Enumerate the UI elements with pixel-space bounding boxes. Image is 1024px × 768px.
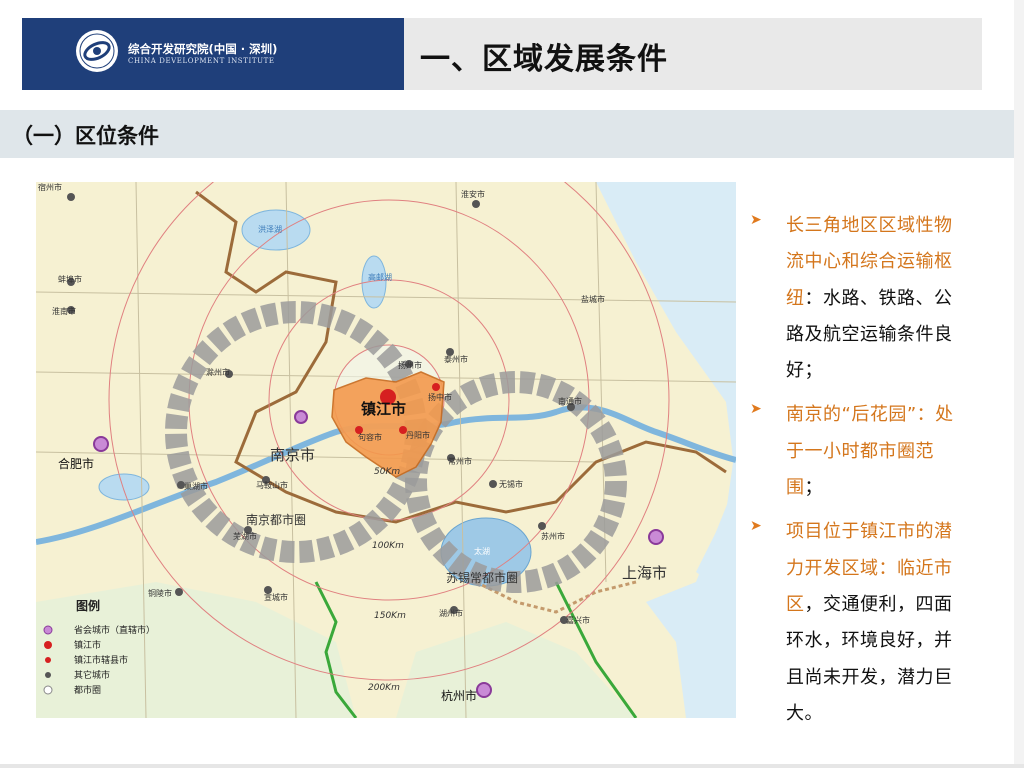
svg-text:图例: 图例 xyxy=(76,598,100,613)
label-100km: 100Km xyxy=(372,541,404,551)
slide-bottom-line xyxy=(0,764,1024,768)
label-huaian: 淮安市 xyxy=(461,189,485,199)
location-map: 宿州市 蚌埠市 淮南市 滁州市 淮安市 盐城市 扬州市 泰州市 扬中市 南通市 … xyxy=(36,182,736,718)
label-yancheng: 盐城市 xyxy=(581,294,605,304)
label-danyang: 丹阳市 xyxy=(406,430,430,440)
label-xuancheng: 宣城市 xyxy=(264,592,288,602)
label-wuxi: 无锡市 xyxy=(499,479,523,489)
label-150km: 150Km xyxy=(374,611,406,621)
svg-text:其它城市: 其它城市 xyxy=(74,669,110,681)
arrow-bullet-icon: ➤ xyxy=(750,518,762,535)
label-taihu: 太湖 xyxy=(474,546,490,556)
label-jurong: 句容市 xyxy=(358,432,382,442)
slide-edge xyxy=(1014,0,1024,768)
label-taizhou: 泰州市 xyxy=(444,354,468,364)
bullet-text: ，交通便利，四面环水，环境良好，并且尚未开发，潜力巨大。 xyxy=(786,593,953,724)
bullet-text: ； xyxy=(804,477,823,499)
cdi-logo-icon xyxy=(76,30,118,72)
label-chuzhou: 滁州市 xyxy=(206,367,230,377)
label-yangzhou: 扬州市 xyxy=(398,360,422,370)
label-suzhou-n: 宿州市 xyxy=(38,182,62,192)
section-title: （一）区位条件 xyxy=(12,124,159,148)
bullet-item-nanjing: ➤ 南京的“后花园”：处于一小时都市圈范围； xyxy=(750,397,970,506)
label-gaoyou: 高邮湖 xyxy=(368,272,392,282)
label-hefei: 合肥市 xyxy=(58,456,94,471)
bullet-item-project: ➤ 项目位于镇江市的潜力开发区域：临近市区，交通便利，四面环水，环境良好，并且尚… xyxy=(750,514,970,732)
label-nantong: 南通市 xyxy=(558,396,582,406)
label-huzhou: 湖州市 xyxy=(439,608,463,618)
label-hongze: 洪泽湖 xyxy=(258,224,282,234)
arrow-bullet-icon: ➤ xyxy=(750,401,762,418)
svg-text:镇江市: 镇江市 xyxy=(74,639,101,651)
label-tongling: 铜陵市 xyxy=(148,588,172,598)
bullet-list: ➤ 长三角地区区域性物流中心和综合运输枢纽：水路、铁路、公路及航空运输条件良好；… xyxy=(750,208,970,740)
label-chaohu: 巢湖市 xyxy=(184,481,208,491)
label-nanjing: 南京市 xyxy=(270,446,315,464)
bullet-item-logistics: ➤ 长三角地区区域性物流中心和综合运输枢纽：水路、铁路、公路及航空运输条件良好； xyxy=(750,208,970,389)
label-hangzhou: 杭州市 xyxy=(441,688,477,703)
label-yangzhong: 扬中市 xyxy=(428,392,452,402)
label-huainan: 淮南市 xyxy=(52,306,76,316)
svg-text:都市圈: 都市圈 xyxy=(74,684,101,696)
label-zhenjiang: 镇江市 xyxy=(361,400,406,418)
logo-text-cn: 综合开发研究院(中国 · 深圳) xyxy=(128,42,278,56)
label-bengbu: 蚌埠市 xyxy=(58,274,82,284)
label-sxc-metro: 苏锡常都市圈 xyxy=(446,570,518,585)
svg-text:镇江市辖县市: 镇江市辖县市 xyxy=(74,654,128,666)
slide: 综合开发研究院(中国 · 深圳) CHINA DEVELOPMENT INSTI… xyxy=(0,0,1024,768)
label-nanjing-metro: 南京都市圈 xyxy=(246,512,306,527)
label-jiaxing: 嘉兴市 xyxy=(566,615,590,625)
label-changzhou: 常州市 xyxy=(448,456,472,466)
logo-text-en: CHINA DEVELOPMENT INSTITUTE xyxy=(128,57,275,65)
label-suzhou: 苏州市 xyxy=(541,531,565,541)
label-shanghai: 上海市 xyxy=(622,564,667,582)
label-50km: 50Km xyxy=(374,467,400,477)
arrow-bullet-icon: ➤ xyxy=(750,212,762,228)
label-200km: 200Km xyxy=(368,683,400,693)
label-maanshan: 马鞍山市 xyxy=(256,480,288,490)
label-wuhu: 芜湖市 xyxy=(233,531,257,541)
page-title: 一、区域发展条件 xyxy=(420,42,668,77)
bullet-text: ：水路、铁路、公路及航空运输条件良好； xyxy=(786,287,953,382)
svg-text:省会城市（直辖市）: 省会城市（直辖市） xyxy=(74,624,155,636)
